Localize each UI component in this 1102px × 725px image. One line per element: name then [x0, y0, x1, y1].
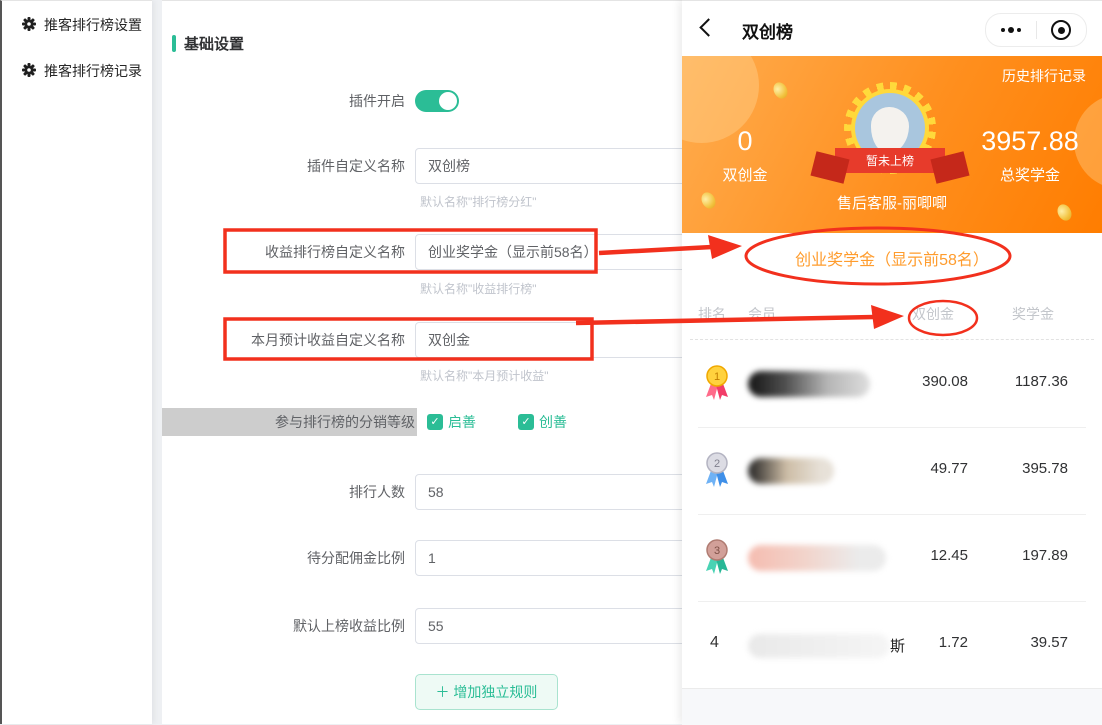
table-row[interactable]: 4 斯 1.72 39.57 — [682, 602, 1102, 688]
not-ranked-ribbon: 暂未上榜 — [835, 148, 945, 173]
scholarship-value: 395.78 — [1022, 460, 1068, 477]
avatar-figure — [871, 107, 909, 153]
history-ranking-link[interactable]: 历史排行记录 — [1002, 66, 1086, 86]
back-icon[interactable] — [699, 18, 718, 37]
coin-icon — [770, 79, 791, 102]
three-dots-icon — [1000, 27, 1021, 33]
scholarship-value: 197.89 — [1022, 547, 1068, 564]
rank-name-hint: 默认名称"收益排行榜" — [420, 282, 537, 296]
member-name-blurred — [748, 458, 834, 484]
scholarship-value: 39.57 — [1030, 634, 1068, 651]
gold-medal-icon: 1 — [704, 365, 730, 406]
sidebar-item-label: 推客排行榜记录 — [44, 63, 142, 79]
section-title: 基础设置 — [184, 36, 245, 53]
more-menu-icon[interactable] — [986, 14, 1036, 46]
member-name-blurred — [748, 371, 870, 397]
sidebar-item-label: 推客排行榜设置 — [44, 17, 142, 33]
stat-value: 0 — [737, 126, 753, 156]
phone-page-title: 双创榜 — [742, 23, 793, 42]
phone-footer-area — [682, 688, 1102, 725]
table-row[interactable]: 2 49.77 395.78 — [682, 428, 1102, 515]
shuangchuang-value: 49.77 — [930, 460, 968, 477]
header-scholarship: 奖学金 — [1012, 306, 1054, 322]
rank-number: 4 — [710, 634, 719, 651]
month-income-name-label: 本月预计收益自定义名称 — [251, 332, 405, 348]
scholarship-value: 1187.36 — [1014, 373, 1068, 390]
table-row[interactable]: 1 390.08 1187.36 — [682, 341, 1102, 428]
header-rank: 排名 — [698, 306, 726, 322]
month-income-name-hint: 默认名称"本月预计收益" — [420, 369, 549, 383]
svg-text:2: 2 — [714, 458, 720, 470]
rank-name-label: 收益排行榜自定义名称 — [265, 244, 405, 260]
total-scholarship-stat: 3957.88 总奖学金 — [970, 126, 1090, 185]
silver-medal-icon: 2 — [704, 452, 730, 493]
shuangchuang-value: 390.08 — [922, 373, 968, 390]
table-row[interactable]: 3 12.45 197.89 — [682, 515, 1102, 602]
shuangchuang-value: 12.45 — [930, 547, 968, 564]
plugin-name-label: 插件自定义名称 — [307, 158, 405, 174]
svg-text:3: 3 — [714, 545, 720, 557]
stat-value: 3957.88 — [981, 126, 1079, 156]
sidebar-item-ranking-settings[interactable]: 推客排行榜设置 — [2, 13, 152, 37]
dashed-divider — [690, 339, 1094, 340]
stat-label: 总奖学金 — [999, 167, 1060, 184]
checkbox-label: 启善 — [448, 414, 476, 430]
bronze-medal-icon: 3 — [704, 539, 730, 580]
sidebar-item-ranking-records[interactable]: 推客排行榜记录 — [2, 59, 152, 83]
gear-icon — [22, 62, 36, 80]
target-circle-icon — [1051, 20, 1072, 40]
checkbox-checked-icon: ✓ — [427, 414, 443, 430]
plugin-toggle-switch[interactable] — [415, 90, 459, 112]
ranking-subtitle: 创业奖学金（显示前58名） — [795, 252, 989, 269]
ranking-banner: 历史排行记录 0 双创金 3957.88 总奖学金 暂未上榜 售后客服-丽唧唧 — [682, 56, 1102, 233]
phone-titlebar: 双创榜 — [682, 1, 1102, 57]
levels-checkbox-group: ✓ 启善 ✓ 创善 — [427, 412, 567, 432]
table-header-row: 排名 会员 双创金 奖学金 — [682, 304, 1102, 328]
header-shuangchuang: 双创金 — [912, 306, 954, 322]
levels-label: 参与排行榜的分销等级 — [162, 408, 417, 436]
minimize-target-icon[interactable] — [1037, 14, 1087, 46]
header-member: 会员 — [748, 306, 776, 322]
wechat-capsule — [985, 13, 1087, 47]
add-rule-button[interactable]: ＋ 增加独立规则 — [415, 674, 558, 710]
checkbox-chuangshan[interactable]: ✓ 创善 — [518, 412, 567, 432]
default-ratio-label: 默认上榜收益比例 — [293, 618, 405, 634]
phone-preview-panel: 双创榜 历史排行记录 0 双创金 3957.88 总奖学金 暂未上榜 售后客服-… — [682, 0, 1102, 725]
plugin-toggle-label: 插件开启 — [349, 93, 405, 109]
commission-ratio-label: 待分配佣金比例 — [307, 550, 405, 566]
checkbox-checked-icon: ✓ — [518, 414, 534, 430]
section-header: 基础设置 — [172, 33, 244, 54]
svg-text:1: 1 — [714, 371, 720, 383]
checkbox-label: 创善 — [539, 414, 567, 430]
sidebar: 推客排行榜设置 推客排行榜记录 — [0, 0, 152, 724]
plugin-name-hint: 默认名称"排行榜分红" — [420, 195, 537, 209]
shuangchuang-value: 1.72 — [938, 634, 968, 651]
gear-icon — [22, 16, 36, 34]
my-shuangchuang-stat: 0 双创金 — [685, 126, 805, 185]
rank-count-label: 排行人数 — [349, 484, 405, 500]
toggle-knob — [439, 92, 457, 110]
checkbox-qishan[interactable]: ✓ 启善 — [427, 412, 476, 432]
user-nickname: 售后客服-丽唧唧 — [837, 195, 947, 212]
section-accent-bar — [172, 35, 176, 52]
stat-label: 双创金 — [722, 167, 768, 184]
